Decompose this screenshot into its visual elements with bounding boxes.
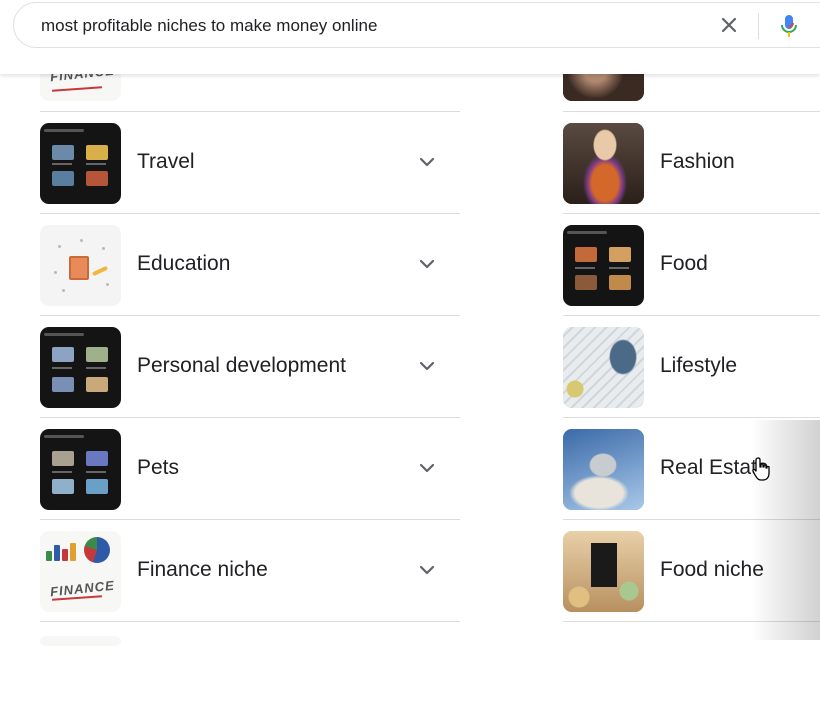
chevron-down-icon[interactable] [417, 254, 437, 274]
bar-chart-icon [46, 543, 76, 561]
search-header: most profitable niches to make money onl… [0, 0, 820, 74]
item-label-finance-niche: Finance niche [137, 558, 268, 581]
microphone-icon[interactable] [778, 13, 800, 39]
chevron-down-icon[interactable] [417, 560, 437, 580]
list-item-food-niche[interactable]: Food niche [563, 520, 820, 622]
search-box[interactable]: most profitable niches to make money onl… [13, 2, 820, 48]
item-label-pets: Pets [137, 456, 180, 479]
food-thumbnail [563, 225, 644, 306]
list-item-fashion[interactable]: Fashion [563, 112, 820, 214]
chevron-down-icon[interactable] [417, 458, 437, 478]
item-label-personal-development: Personal development [137, 354, 346, 377]
search-input[interactable]: most profitable niches to make money onl… [41, 16, 377, 36]
item-label-education: Education [137, 252, 231, 275]
search-divider [758, 13, 759, 39]
education-thumbnail [40, 225, 121, 306]
food-niche-thumbnail [563, 531, 644, 612]
list-item-education[interactable]: Education [40, 214, 460, 316]
pie-chart-icon [84, 537, 110, 563]
list-item-food[interactable]: Food [563, 214, 820, 316]
travel-thumbnail [40, 123, 121, 204]
list-item-real-estate[interactable]: Real Estate [563, 418, 820, 520]
item-label-travel: Travel [137, 150, 195, 173]
close-icon[interactable] [719, 15, 739, 35]
partial-thumbnail [40, 636, 121, 646]
chevron-down-icon[interactable] [417, 356, 437, 376]
chevron-down-icon[interactable] [417, 152, 437, 172]
list-item-pets[interactable]: Pets [40, 418, 460, 520]
finance-niche-thumbnail: FINANCE [40, 531, 121, 612]
list-item-personal-development[interactable]: Personal development [40, 316, 460, 418]
book-icon [69, 256, 89, 280]
list-item-finance-niche[interactable]: FINANCE Finance niche [40, 520, 460, 622]
item-label-fashion: Fashion [660, 150, 735, 173]
item-label-food-niche: Food niche [660, 558, 764, 581]
personal-development-thumbnail [40, 327, 121, 408]
pencil-icon [91, 265, 109, 277]
list-item-travel[interactable]: Travel [40, 112, 460, 214]
list-item-partial-bottom[interactable] [40, 622, 460, 724]
underline-decoration [51, 86, 103, 92]
list-item-lifestyle[interactable]: Lifestyle [563, 316, 820, 418]
hand-cursor-icon [751, 456, 773, 482]
lifestyle-thumbnail [563, 327, 644, 408]
fashion-thumbnail [563, 123, 644, 204]
item-label-food: Food [660, 252, 708, 275]
item-label-lifestyle: Lifestyle [660, 354, 738, 377]
pets-thumbnail [40, 429, 121, 510]
real-estate-thumbnail [563, 429, 644, 510]
